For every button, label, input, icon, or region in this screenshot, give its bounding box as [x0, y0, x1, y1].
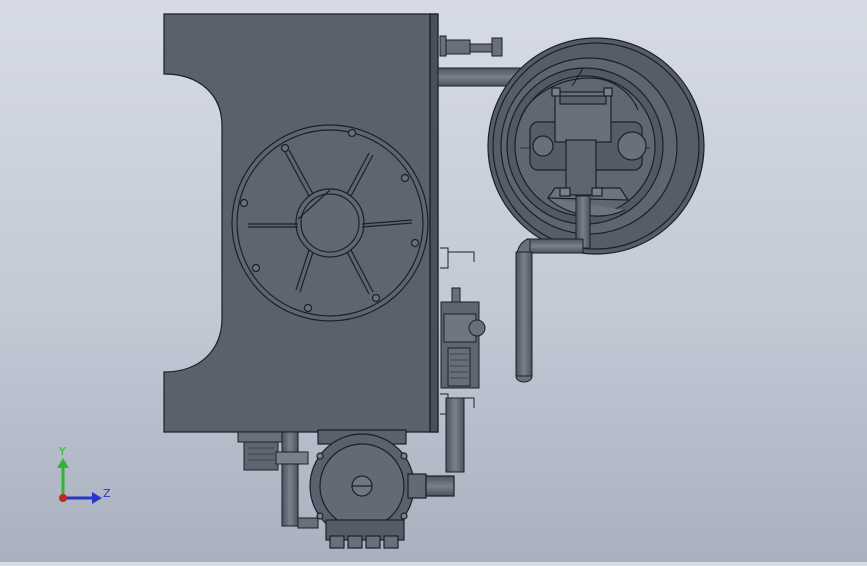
model-view[interactable]: Y Z	[0, 0, 867, 562]
flywheel-assembly	[487, 37, 705, 255]
bottom-pump	[309, 429, 455, 549]
y-axis-label: Y	[58, 445, 66, 458]
top-bracket	[439, 35, 503, 57]
housing-cover-plate	[231, 124, 429, 322]
coordinate-triad: Y Z	[57, 445, 111, 504]
gear-valve-assembly	[440, 287, 486, 473]
cad-viewport[interactable]: Y Z	[0, 0, 867, 562]
z-axis-label: Z	[103, 487, 111, 500]
motor-linkage	[237, 431, 319, 529]
